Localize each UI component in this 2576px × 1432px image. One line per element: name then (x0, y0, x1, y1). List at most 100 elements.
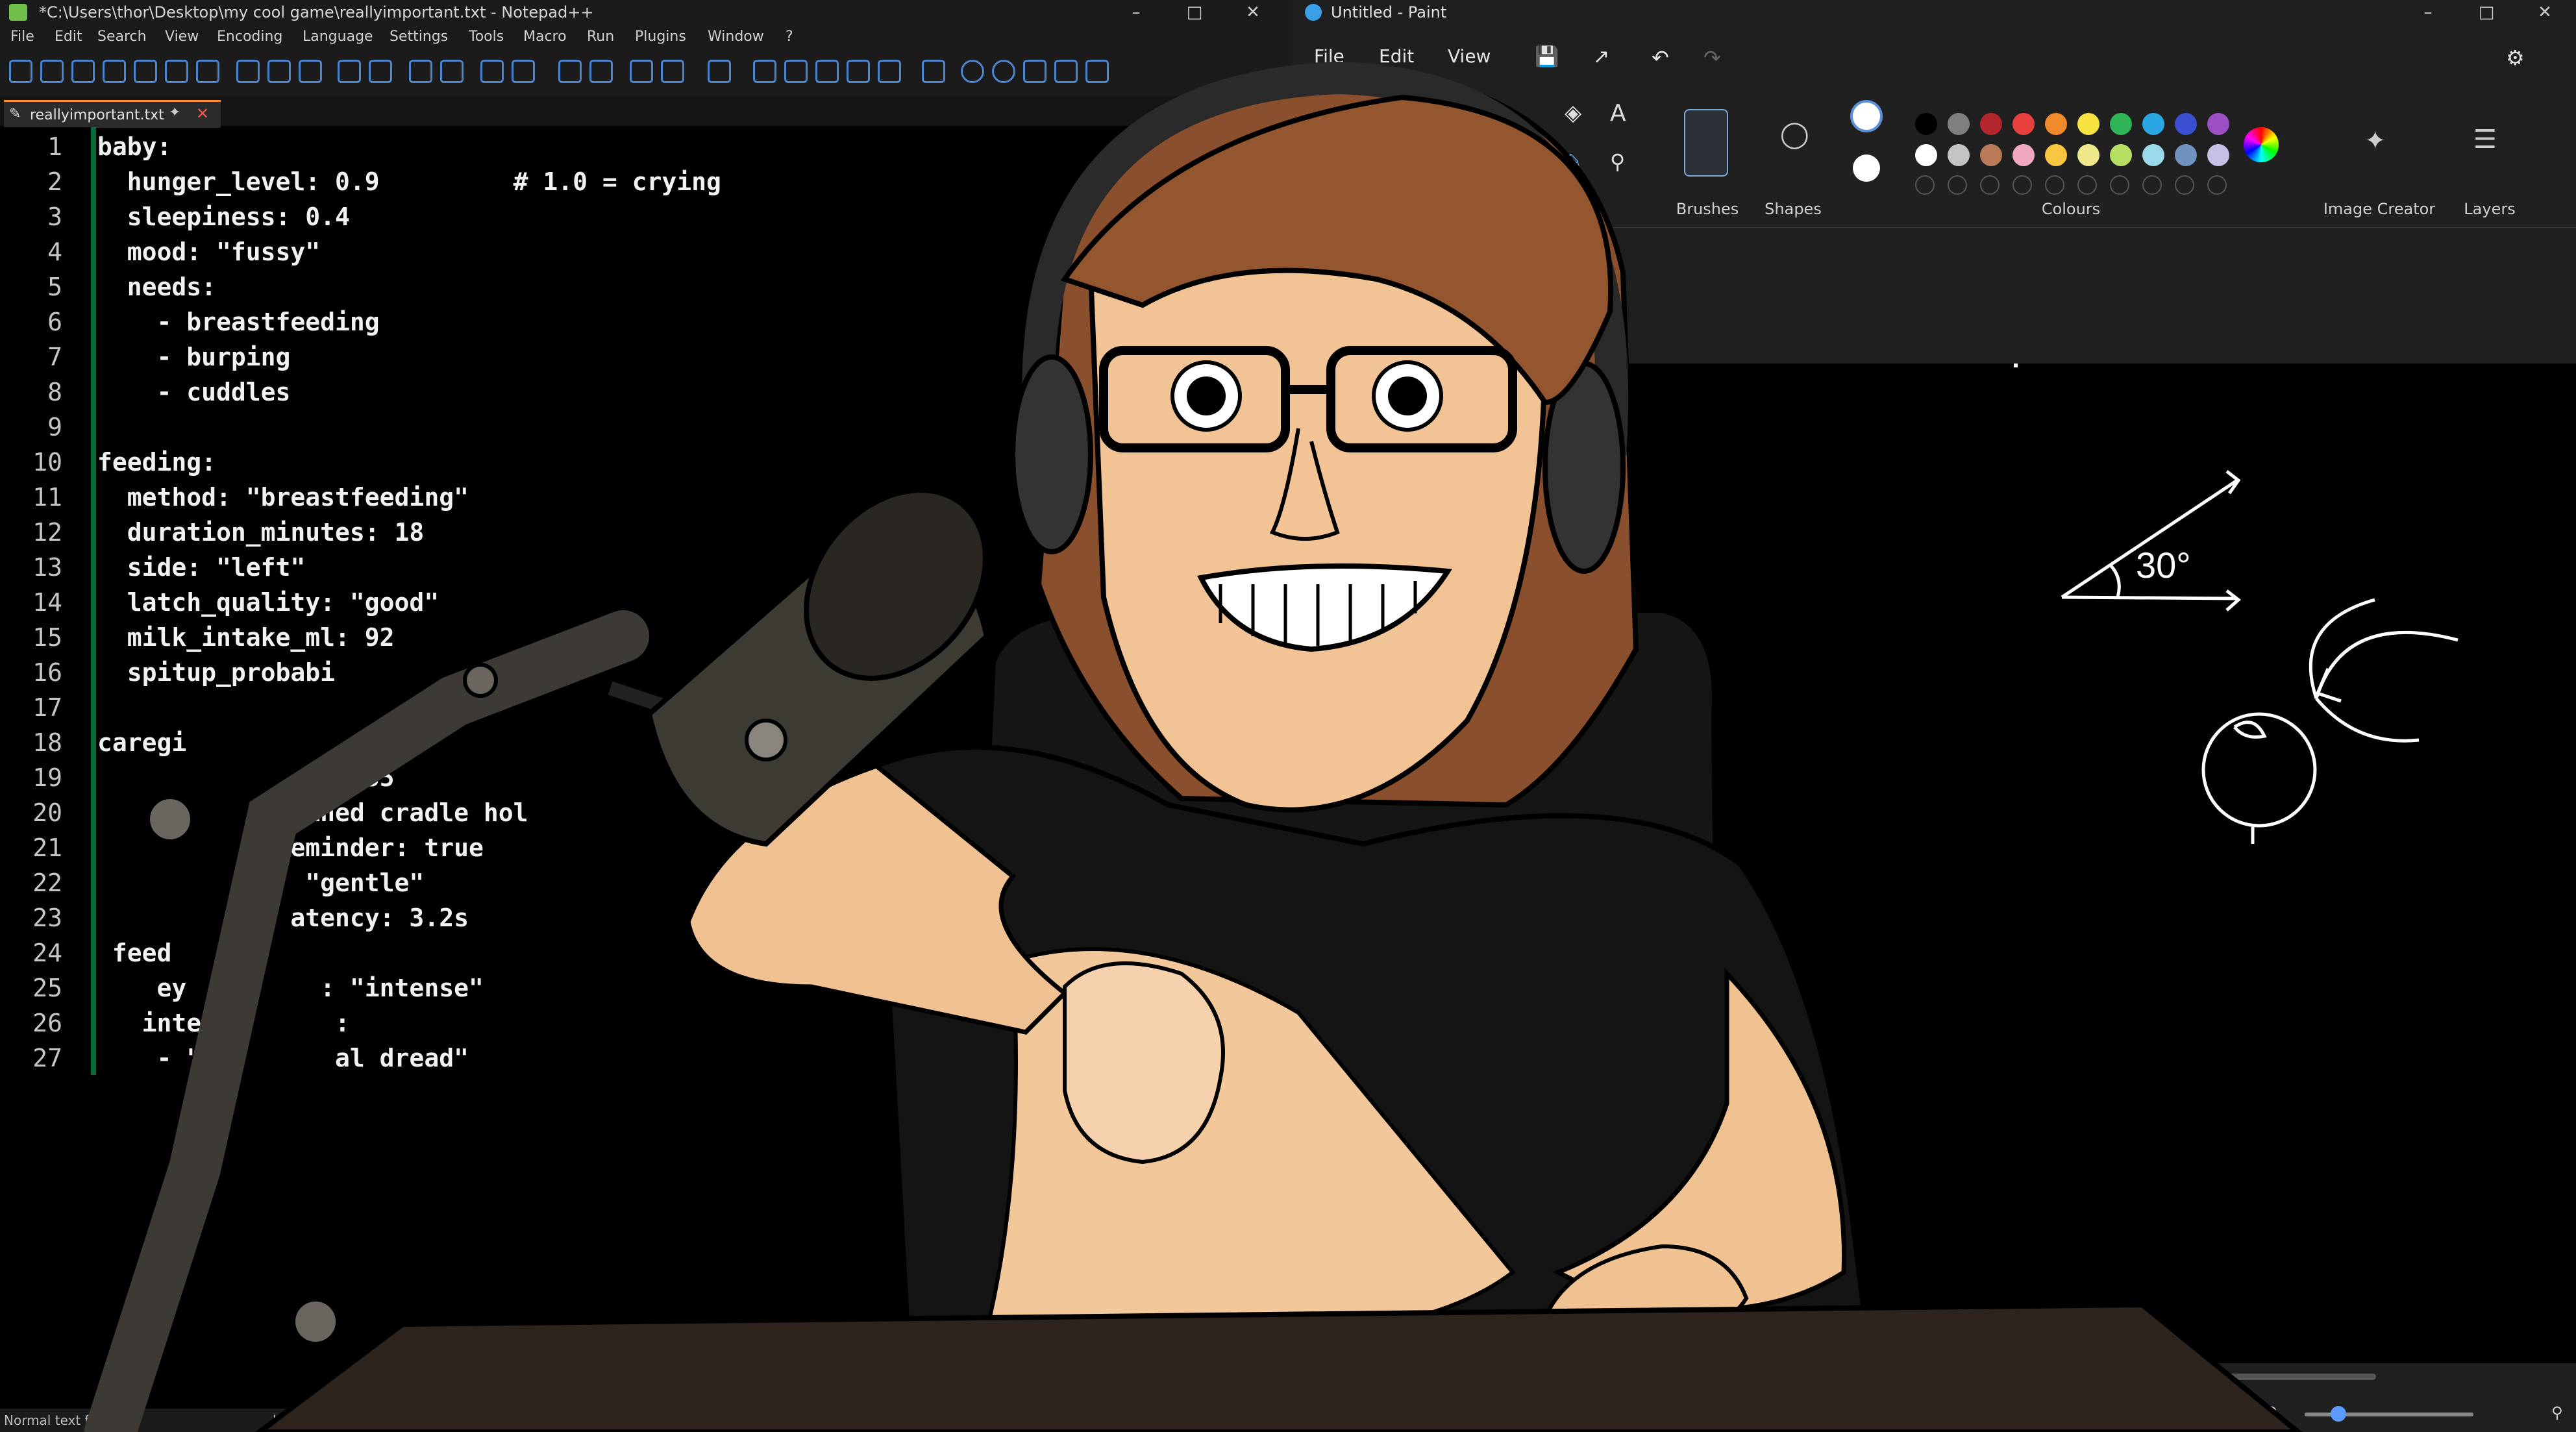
paint-settings-icon[interactable]: ⚙ (2506, 45, 2525, 70)
redo-icon[interactable] (369, 60, 392, 83)
replace-icon[interactable] (440, 60, 464, 83)
layers-icon[interactable]: ☰ (2473, 125, 2497, 154)
custom-colour-slot[interactable] (2110, 175, 2129, 195)
palette-swatch[interactable] (2142, 144, 2164, 166)
palette-swatch[interactable] (2077, 144, 2099, 166)
code-line[interactable]: inte : (97, 1009, 350, 1037)
code-line[interactable]: reminder: true (97, 833, 484, 862)
menu-view[interactable]: View (165, 29, 199, 45)
paint-save-icon[interactable]: 💾 (1535, 45, 1559, 68)
palette-swatch[interactable] (1948, 113, 1970, 135)
paint-share-icon[interactable]: ↗ (1593, 45, 1609, 68)
palette-swatch[interactable] (2207, 113, 2229, 135)
menu-tools[interactable]: Tools (469, 29, 504, 45)
code-line[interactable]: sleepiness: 0.4 (97, 203, 350, 231)
code-line[interactable]: ey : "intense" (97, 974, 484, 1002)
code-line[interactable]: feeding: (97, 448, 216, 476)
save-macro-icon[interactable] (1085, 60, 1109, 83)
zoom-in-icon[interactable]: ⚲ (2551, 1403, 2563, 1422)
paint-redo-icon[interactable]: ↷ (1703, 45, 1721, 70)
indent-guide-icon[interactable] (708, 60, 731, 83)
copy-icon[interactable] (267, 60, 291, 83)
active-colour-1[interactable] (1850, 100, 1883, 132)
menu-settings[interactable]: Settings (390, 29, 448, 45)
fill-icon[interactable]: ◈ (1565, 100, 1581, 126)
code-line[interactable]: feed (97, 939, 172, 967)
run-macro-multiple-icon[interactable] (1054, 60, 1078, 83)
custom-colour-slot[interactable] (1915, 175, 1935, 195)
zoom-slider[interactable] (2305, 1413, 2473, 1416)
palette-swatch[interactable] (1980, 113, 2002, 135)
magnifier-icon[interactable]: ⚲ (1610, 149, 1625, 174)
code-line[interactable]: - burping (97, 343, 291, 371)
horizontal-scrollbar[interactable] (2181, 1374, 2376, 1380)
paint-maximize-icon[interactable]: □ (2467, 0, 2506, 25)
monitoring-icon[interactable] (922, 60, 945, 83)
code-line[interactable]: eclined cradle hol (97, 798, 528, 827)
function-list-icon[interactable] (847, 60, 870, 83)
code-editor[interactable]: 1 baby: 2 hunger_level: 0.9 # 1.0 = crying… (0, 127, 1292, 1309)
palette-swatch[interactable] (2175, 113, 2197, 135)
new-file-icon[interactable] (9, 60, 32, 83)
paint-minimize-icon[interactable]: – (2409, 0, 2447, 25)
text-tool-icon[interactable]: A (1610, 100, 1626, 127)
paint-menu-view[interactable]: View (1448, 45, 1491, 67)
word-wrap-icon[interactable] (630, 60, 653, 83)
all-chars-icon[interactable] (661, 60, 684, 83)
palette-swatch[interactable] (2110, 144, 2132, 166)
palette-swatch[interactable] (2077, 113, 2099, 135)
custom-colour-slot[interactable] (2142, 175, 2162, 195)
custom-colour-slot[interactable] (2077, 175, 2097, 195)
code-line[interactable]: method: "breastfeeding" (97, 483, 469, 512)
custom-colour-slot[interactable] (2012, 175, 2032, 195)
paste-icon[interactable] (299, 60, 322, 83)
close-icon[interactable]: ✕ (1233, 0, 1272, 25)
record-macro-icon[interactable] (961, 60, 984, 83)
sync-v-icon[interactable] (558, 60, 582, 83)
custom-colour-slot[interactable] (2045, 175, 2064, 195)
play-macro-icon[interactable] (1023, 60, 1046, 83)
paint-menu-edit[interactable]: Edit (1379, 45, 1414, 67)
folder-workspace-icon[interactable] (878, 60, 901, 83)
code-line[interactable]: "gentle" (97, 869, 424, 897)
lang-icon[interactable] (753, 60, 776, 83)
print-icon[interactable] (196, 60, 219, 83)
doc-map-icon[interactable] (784, 60, 808, 83)
doc-list-icon[interactable] (815, 60, 839, 83)
open-file-icon[interactable] (40, 60, 64, 83)
paint-menu-file[interactable]: File (1314, 45, 1344, 67)
sync-h-icon[interactable] (589, 60, 613, 83)
code-line[interactable]: needs: (97, 273, 216, 301)
image-creator-icon[interactable]: ✦ (2364, 126, 2386, 156)
palette-swatch[interactable] (2207, 144, 2229, 166)
minimize-icon[interactable]: – (1117, 0, 1156, 25)
code-line[interactable]: 35 (97, 763, 395, 792)
palette-swatch[interactable] (2045, 113, 2067, 135)
code-line[interactable]: - breastfeeding (97, 308, 380, 336)
close-all-icon[interactable] (165, 60, 188, 83)
paint-canvas[interactable]: 30° (1292, 364, 2576, 1363)
zoom-in-icon[interactable] (480, 60, 504, 83)
menu-file[interactable]: File (10, 29, 34, 45)
menu-help[interactable]: ? (786, 29, 793, 45)
menu-macro[interactable]: Macro (523, 29, 567, 45)
code-line[interactable]: mood: "fussy" (97, 238, 320, 266)
pin-icon[interactable]: ✦ (169, 105, 180, 121)
palette-swatch[interactable] (2142, 113, 2164, 135)
code-line[interactable]: atency: 3.2s (97, 904, 469, 932)
menu-window[interactable]: Window (708, 29, 764, 45)
save-all-icon[interactable] (103, 60, 126, 83)
code-line[interactable]: duration_minutes: 18 (97, 518, 425, 547)
palette-swatch[interactable] (1915, 144, 1937, 166)
code-line[interactable]: latch_quality: "good" (97, 588, 439, 617)
tab-close-icon[interactable]: ✕ (196, 105, 209, 123)
code-line[interactable]: milk_intake_ml: 92 (97, 623, 395, 652)
menu-run[interactable]: Run (587, 29, 614, 45)
tab-reallyimportant[interactable]: ✎ reallyimportant.txt ✦ ✕ (4, 100, 221, 128)
code-line[interactable]: spitup_probabi (97, 658, 335, 687)
code-line[interactable]: hunger_level: 0.9 # 1.0 = crying (97, 167, 721, 196)
custom-colour-slot[interactable] (2175, 175, 2194, 195)
palette-swatch[interactable] (2012, 144, 2035, 166)
custom-colour-slot[interactable] (2207, 175, 2227, 195)
code-line[interactable]: - " al dread" (97, 1044, 469, 1072)
